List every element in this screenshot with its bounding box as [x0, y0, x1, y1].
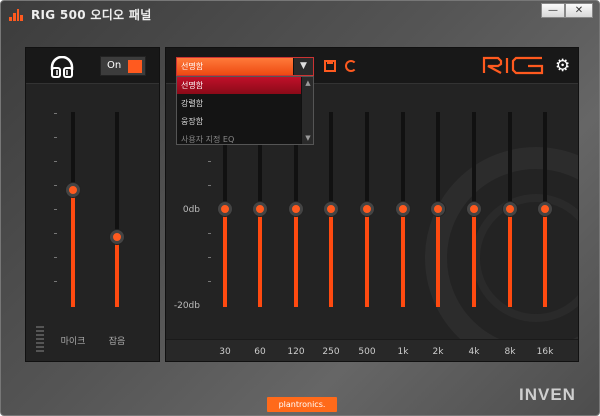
eq-slider-4k[interactable] [467, 112, 481, 307]
eq-slider-handle[interactable] [431, 202, 445, 216]
freq-label: 30 [219, 347, 231, 357]
scale-tick [208, 281, 211, 282]
power-toggle[interactable]: On [100, 56, 146, 76]
freq-label: 500 [358, 347, 376, 357]
eq-slider-handle[interactable] [360, 202, 374, 216]
eq-slider-500[interactable] [360, 112, 374, 307]
power-indicator [128, 60, 142, 73]
preset-dropdown[interactable]: 선명함 ▼ [176, 57, 314, 76]
mic-slider-label: 마이크 [60, 337, 86, 347]
eq-slider-fill [329, 209, 333, 307]
rig-logo [482, 56, 544, 75]
noise-slider-handle[interactable] [110, 230, 124, 244]
eq-slider-250[interactable] [324, 112, 338, 307]
preset-dropdown-value: 선명함 [181, 62, 204, 71]
equalizer-panel: 선명함 ▼ ⚙ 선명함 강렬함 웅장함 사용자 지정 EQ ▲ ▼ 0db -2… [165, 47, 579, 362]
mic-slider-handle[interactable] [66, 183, 80, 197]
eq-slider-fill [436, 209, 440, 307]
background-headset-graphic [425, 147, 578, 361]
scroll-up-icon[interactable]: ▲ [302, 79, 314, 87]
freq-label: 120 [287, 347, 305, 357]
mic-slider-fill [71, 190, 75, 307]
freq-label: 2k [432, 347, 444, 357]
eq-slider-2k[interactable] [431, 112, 445, 307]
scale-tick [208, 257, 211, 258]
eq-slider-fill [365, 209, 369, 307]
scale-tick [54, 257, 57, 258]
eq-slider-handle[interactable] [324, 202, 338, 216]
scale-tick [54, 185, 57, 186]
inven-watermark: INVEN [519, 385, 576, 404]
close-button[interactable]: ✕ [565, 3, 593, 18]
preset-option[interactable]: 웅장함 [177, 113, 301, 130]
freq-label: 16k [536, 347, 554, 357]
preset-option[interactable]: 사용자 지정 EQ [177, 130, 301, 146]
eq-slider-fill [223, 209, 227, 307]
freq-label: 8k [504, 347, 516, 357]
scale-tick [208, 233, 211, 234]
eq-slider-handle[interactable] [503, 202, 517, 216]
eq-slider-fill [258, 209, 262, 307]
title-bar[interactable]: RIG 500 오디오 패널 — ✕ [1, 1, 599, 29]
app-window: RIG 500 오디오 패널 — ✕ On 마이크 잡음 선명함 ▼ ⚙ 선명함… [0, 0, 600, 416]
scale-tick [208, 185, 211, 186]
headphones-icon [50, 56, 74, 78]
freq-label: 4k [468, 347, 480, 357]
scale-tick [54, 233, 57, 234]
db-label-zero: 0db [182, 205, 200, 215]
eq-slider-fill [543, 209, 547, 307]
scale-tick [54, 137, 57, 138]
mic-slider[interactable] [66, 112, 80, 307]
eq-slider-fill [294, 209, 298, 307]
mic-panel: On 마이크 잡음 [25, 47, 160, 362]
window-title: RIG 500 오디오 패널 [31, 8, 152, 22]
scroll-down-icon[interactable]: ▼ [302, 134, 314, 142]
window-controls: — ✕ [541, 3, 593, 18]
scale-tick [54, 209, 57, 210]
noise-slider[interactable] [110, 112, 124, 307]
noise-slider-label: 잡음 [108, 337, 126, 347]
scale-tick [54, 281, 57, 282]
eq-slider-1k[interactable] [396, 112, 410, 307]
noise-slider-fill [115, 237, 119, 307]
frequency-bar: 30 60 120 250 500 1k 2k 4k 8k 16k [166, 339, 578, 361]
preset-dropdown-list: 선명함 강렬함 웅장함 사용자 지정 EQ ▲ ▼ [176, 76, 314, 145]
eq-slider-fill [401, 209, 405, 307]
reset-icon[interactable] [345, 60, 357, 72]
scale-tick [208, 161, 211, 162]
scale-tick [54, 113, 57, 114]
preset-option[interactable]: 강렬함 [177, 95, 301, 112]
freq-label: 60 [254, 347, 266, 357]
mic-panel-header: On [26, 48, 159, 84]
preset-option[interactable]: 선명함 [177, 77, 301, 94]
freq-label: 1k [397, 347, 409, 357]
eq-slider-handle[interactable] [467, 202, 481, 216]
eq-slider-handle[interactable] [396, 202, 410, 216]
scale-tick [54, 161, 57, 162]
eq-slider-handle[interactable] [218, 202, 232, 216]
app-logo-icon [9, 9, 23, 21]
eq-slider-handle[interactable] [538, 202, 552, 216]
db-label-minus20: -20db [173, 301, 200, 311]
eq-slider-fill [472, 209, 476, 307]
chevron-down-icon[interactable]: ▼ [293, 58, 313, 75]
eq-slider-16k[interactable] [538, 112, 552, 307]
eq-slider-fill [508, 209, 512, 307]
plantronics-badge: plantronics. [267, 397, 337, 412]
gear-icon[interactable]: ⚙ [555, 56, 570, 76]
eq-slider-8k[interactable] [503, 112, 517, 307]
eq-slider-handle[interactable] [253, 202, 267, 216]
dropdown-scrollbar[interactable]: ▲ ▼ [301, 77, 313, 144]
eq-slider-handle[interactable] [289, 202, 303, 216]
freq-label: 250 [322, 347, 340, 357]
minimize-button[interactable]: — [541, 3, 565, 18]
power-toggle-label: On [107, 60, 122, 71]
save-icon[interactable] [324, 60, 336, 72]
level-meter [36, 326, 44, 354]
